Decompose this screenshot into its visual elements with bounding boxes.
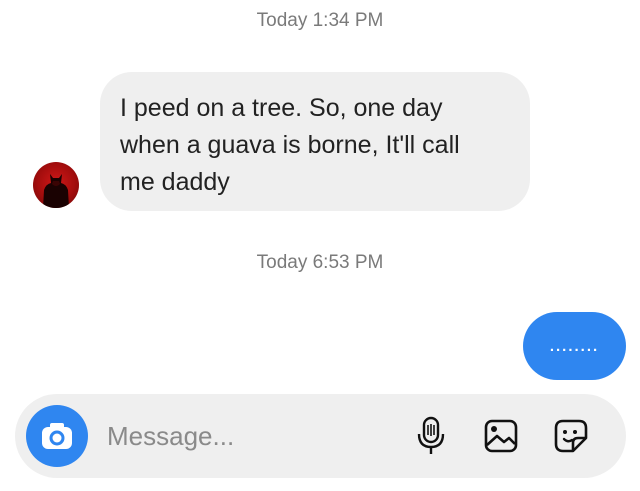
camera-icon (42, 423, 72, 449)
contact-avatar[interactable] (33, 162, 79, 208)
sticker-icon (554, 419, 588, 453)
incoming-message-bubble[interactable]: I peed on a tree. So, one day when a gua… (100, 72, 530, 211)
sticker-button[interactable] (551, 416, 591, 456)
outgoing-message-text: ........ (549, 337, 600, 355)
incoming-message-line-3: me daddy (120, 168, 230, 196)
message-composer (15, 394, 626, 478)
incoming-message-line-2: when a guava is borne, It'll call (120, 131, 460, 159)
gallery-button[interactable] (481, 416, 521, 456)
incoming-message-line-1: I peed on a tree. So, one day (120, 94, 443, 122)
image-gallery-icon (484, 419, 518, 453)
microphone-button[interactable] (411, 416, 451, 456)
outgoing-message-bubble[interactable]: ........ (523, 312, 626, 380)
batman-avatar-icon (43, 174, 69, 208)
microphone-icon (417, 416, 445, 454)
timestamp-bottom: Today 6:53 PM (256, 252, 384, 273)
camera-button[interactable] (26, 405, 88, 467)
timestamp-top: Today 1:34 PM (256, 10, 384, 31)
message-input[interactable] (107, 416, 387, 456)
